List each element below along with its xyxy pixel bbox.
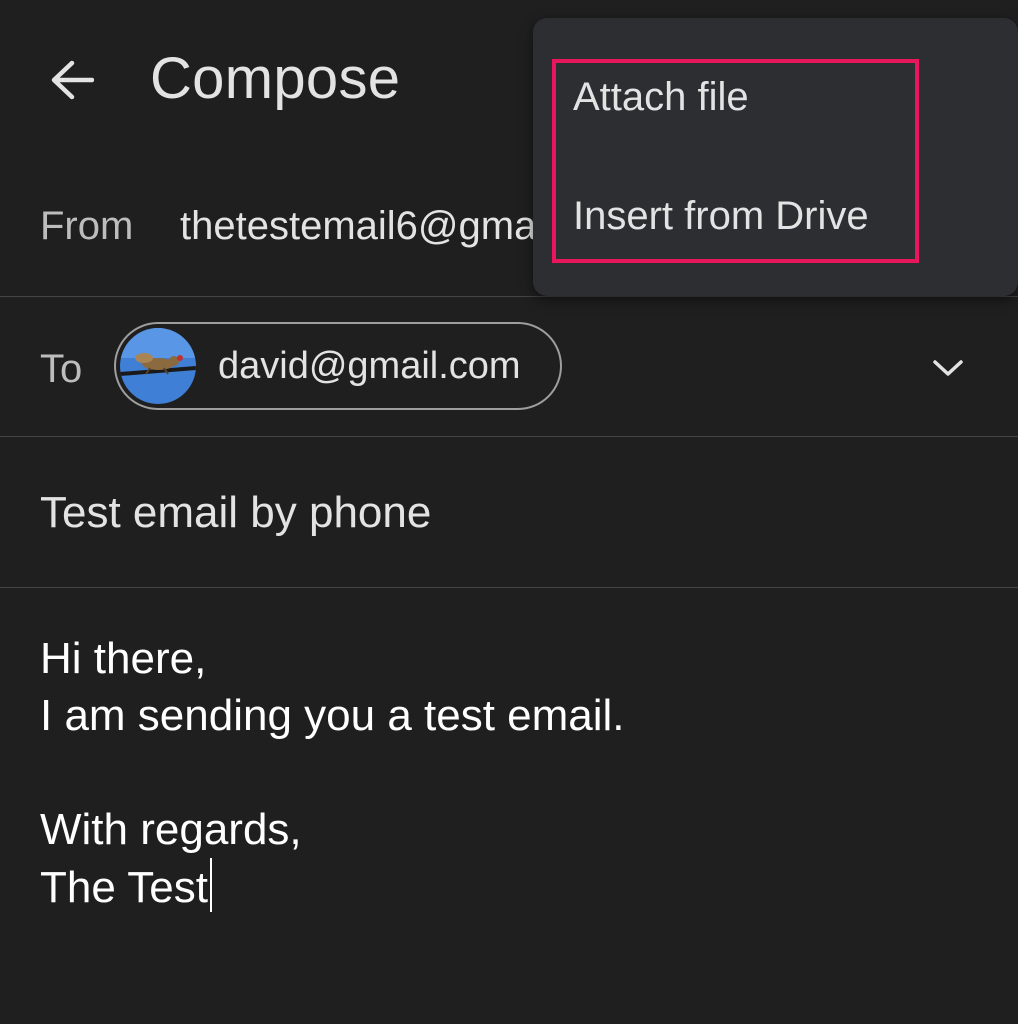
divider xyxy=(0,587,1018,588)
body-line-text: The Test xyxy=(40,863,208,912)
back-button[interactable] xyxy=(40,48,104,112)
text-cursor xyxy=(209,858,212,912)
body-line xyxy=(40,744,980,801)
message-body[interactable]: Hi there, I am sending you a test email.… xyxy=(40,630,980,915)
menu-item-attach-file[interactable]: Attach file xyxy=(573,75,749,120)
body-line: With regards, xyxy=(40,805,302,854)
body-line: I am sending you a test email. xyxy=(40,691,625,740)
from-address[interactable]: thetestemail6@gmail.com xyxy=(180,204,540,249)
to-label: To xyxy=(40,347,83,391)
menu-item-insert-from-drive[interactable]: Insert from Drive xyxy=(573,194,869,239)
squirrel-avatar-image xyxy=(120,328,196,404)
chevron-down-icon xyxy=(933,360,963,376)
from-label: From xyxy=(40,204,134,248)
recipient-email: david@gmail.com xyxy=(218,345,521,387)
body-line-last: The Test xyxy=(40,858,980,915)
attach-popup-menu: Attach file Insert from Drive xyxy=(533,18,1018,296)
avatar xyxy=(120,328,196,404)
arrow-left-icon xyxy=(51,60,94,100)
page-title: Compose xyxy=(150,46,401,111)
divider xyxy=(0,436,1018,437)
expand-recipients-button[interactable] xyxy=(920,340,976,396)
subject-field[interactable]: Test email by phone xyxy=(40,488,431,538)
recipient-chip[interactable]: david@gmail.com xyxy=(114,322,562,410)
body-line: Hi there, xyxy=(40,634,207,683)
divider xyxy=(0,296,1018,297)
